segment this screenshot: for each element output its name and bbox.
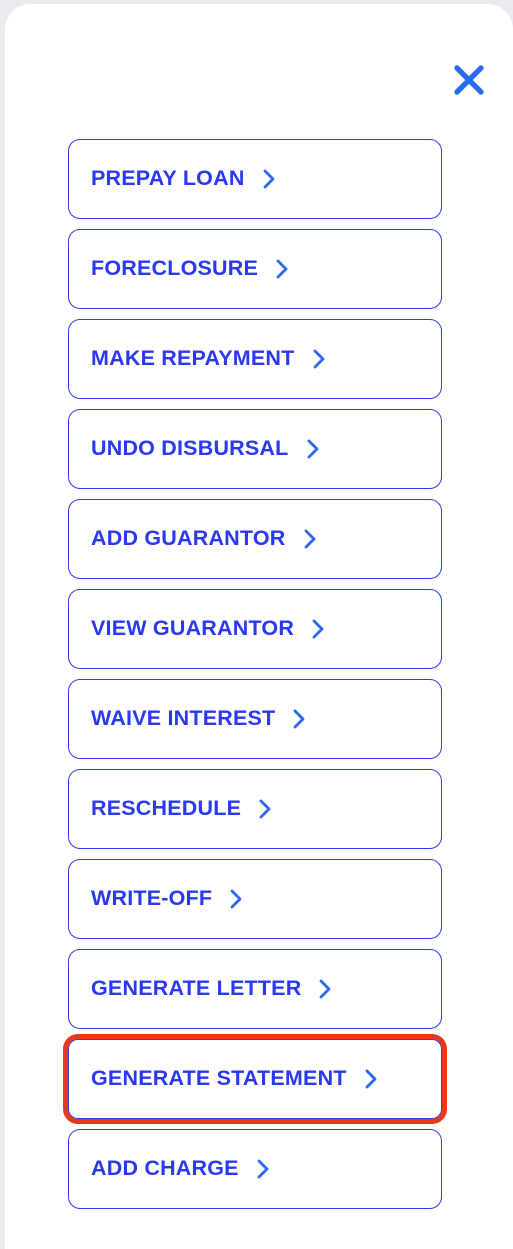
action-button-generate-letter[interactable]: GENERATE LETTER [68, 949, 442, 1029]
action-button-reschedule[interactable]: RESCHEDULE [68, 769, 442, 849]
chevron-right-icon [318, 978, 333, 1000]
action-label: VIEW GUARANTOR [91, 616, 295, 641]
action-label: FORECLOSURE [91, 256, 259, 281]
chevron-right-icon [258, 798, 273, 820]
action-button-view-guarantor[interactable]: VIEW GUARANTOR [68, 589, 442, 669]
action-label: RESCHEDULE [91, 796, 242, 821]
action-label: WRITE-OFF [91, 886, 213, 911]
action-label: UNDO DISBURSAL [91, 436, 289, 461]
chevron-right-icon [311, 618, 326, 640]
action-button-write-off[interactable]: WRITE-OFF [68, 859, 442, 939]
action-button-waive-interest[interactable]: WAIVE INTEREST [68, 679, 442, 759]
chevron-right-icon [306, 438, 321, 460]
action-label: ADD GUARANTOR [91, 526, 286, 551]
action-label: PREPAY LOAN [91, 166, 245, 191]
chevron-right-icon [262, 168, 277, 190]
action-button-undo-disbursal[interactable]: UNDO DISBURSAL [68, 409, 442, 489]
chevron-right-icon [275, 258, 290, 280]
action-button-add-charge[interactable]: ADD CHARGE [68, 1129, 442, 1209]
action-button-list: PREPAY LOAN FORECLOSURE MAKE REPAYMENT U… [5, 139, 513, 1219]
chevron-right-icon [364, 1068, 379, 1090]
panel-header [5, 4, 513, 124]
chevron-right-icon [256, 1158, 271, 1180]
action-button-generate-statement[interactable]: GENERATE STATEMENT [63, 1034, 447, 1124]
action-label: MAKE REPAYMENT [91, 346, 295, 371]
action-button-foreclosure[interactable]: FORECLOSURE [68, 229, 442, 309]
action-label: GENERATE STATEMENT [91, 1066, 347, 1091]
action-button-prepay-loan[interactable]: PREPAY LOAN [68, 139, 442, 219]
chevron-right-icon [292, 708, 307, 730]
action-label: WAIVE INTEREST [91, 706, 276, 731]
chevron-right-icon [312, 348, 327, 370]
loan-actions-panel: PREPAY LOAN FORECLOSURE MAKE REPAYMENT U… [4, 4, 513, 1249]
action-label: ADD CHARGE [91, 1156, 239, 1181]
close-icon[interactable] [449, 60, 489, 100]
action-button-make-repayment[interactable]: MAKE REPAYMENT [68, 319, 442, 399]
action-label: GENERATE LETTER [91, 976, 302, 1001]
action-button-add-guarantor[interactable]: ADD GUARANTOR [68, 499, 442, 579]
chevron-right-icon [303, 528, 318, 550]
chevron-right-icon [229, 888, 244, 910]
